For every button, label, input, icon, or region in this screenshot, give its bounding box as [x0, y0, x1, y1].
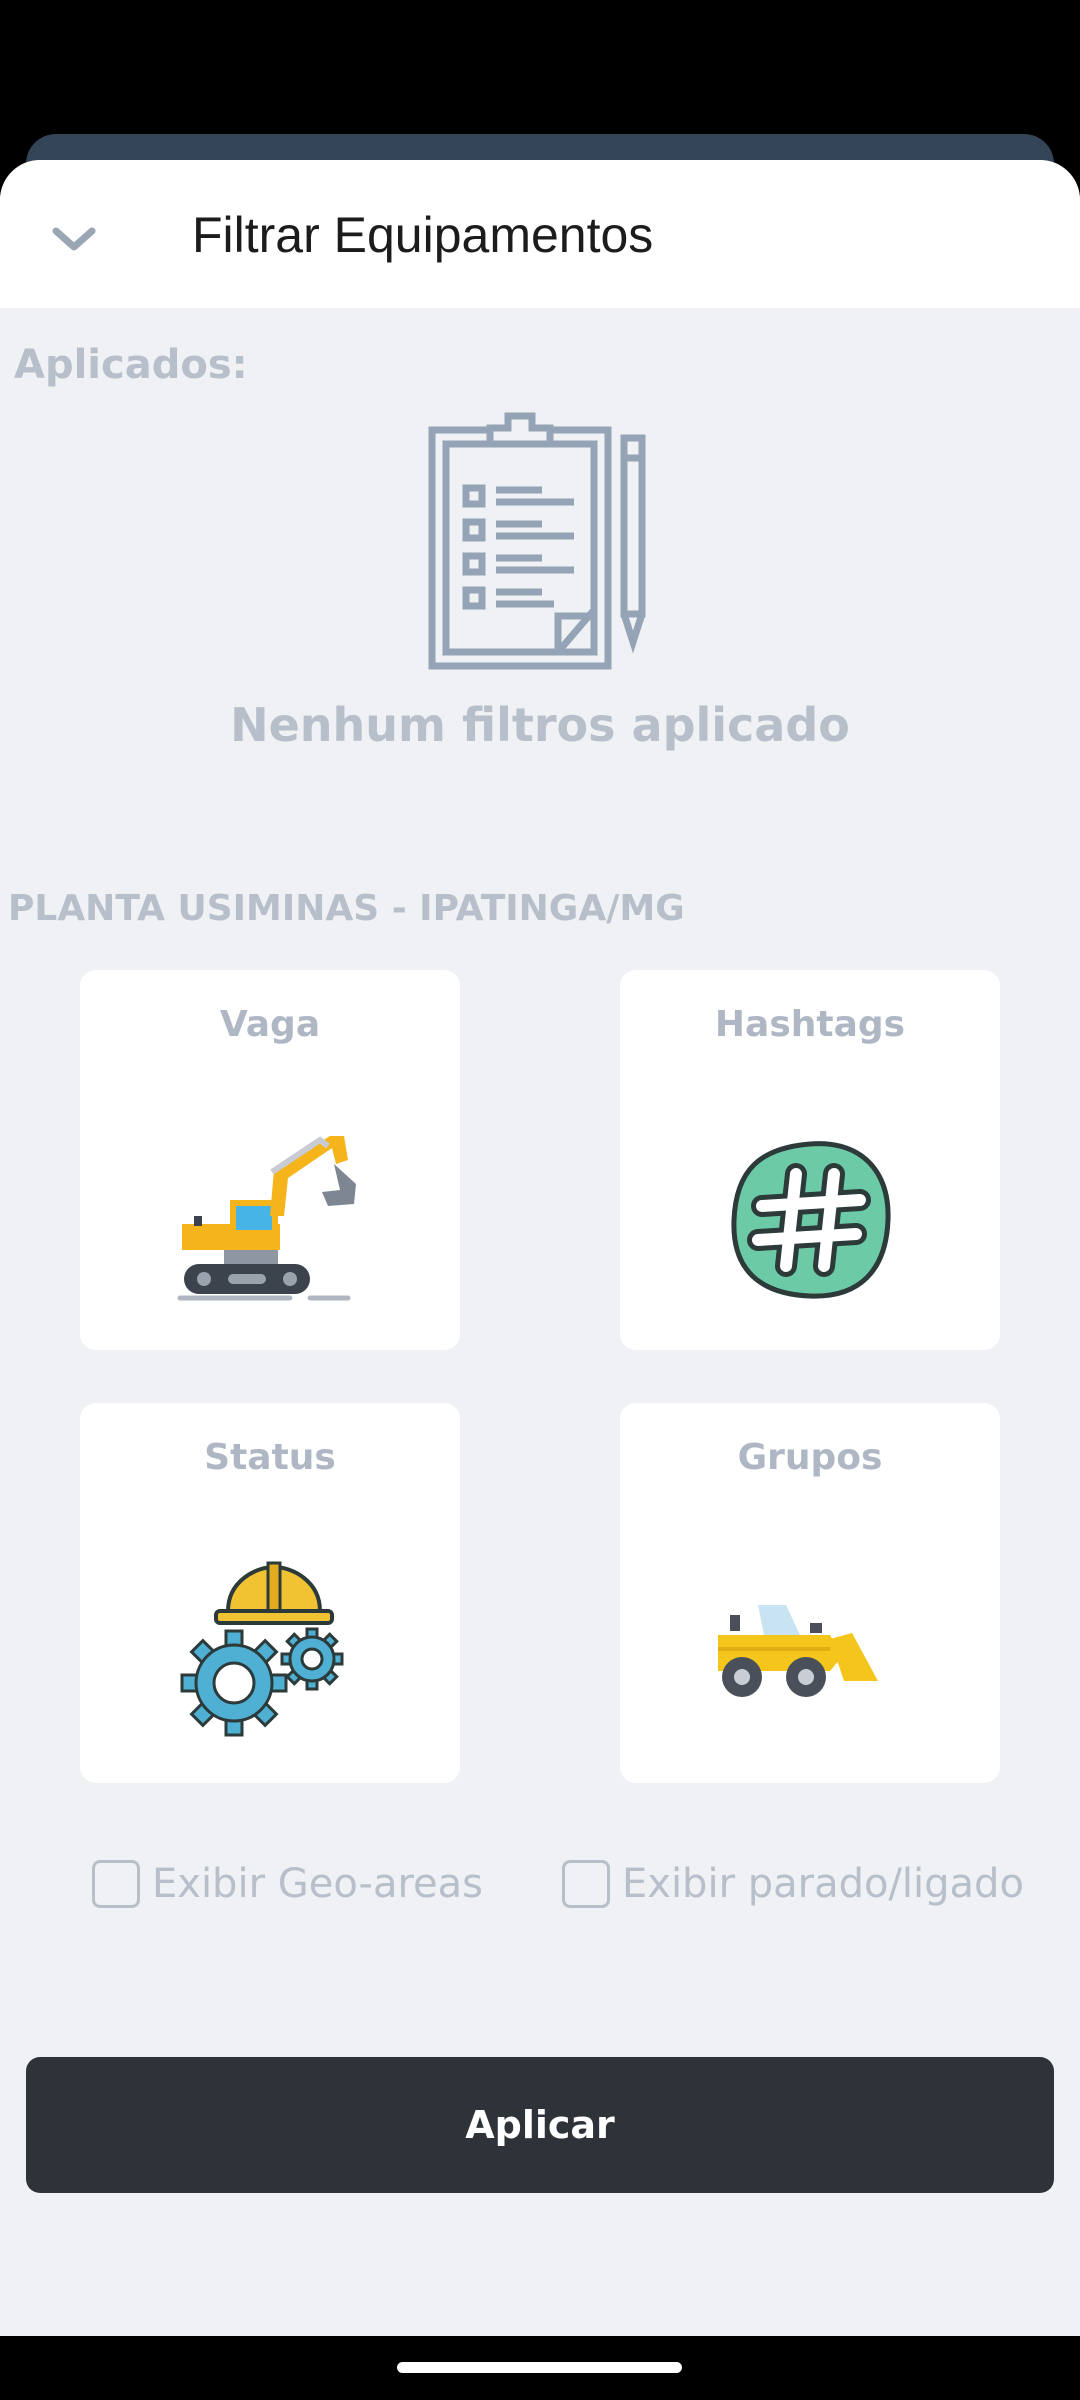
filter-card-vaga[interactable]: Vaga	[80, 970, 460, 1350]
filter-card-title: Vaga	[219, 1004, 321, 1045]
filter-card-title: Hashtags	[714, 1004, 906, 1045]
chevron-down-icon	[52, 227, 96, 251]
sheet-title: Filtrar Equipamentos	[192, 207, 654, 263]
filter-card-status[interactable]: Status	[80, 1403, 460, 1783]
geo-areas-label: Exibir Geo-areas	[152, 1861, 484, 1907]
plant-name: PLANTA USIMINAS - IPATINGA/MG	[8, 888, 685, 929]
excavator-icon	[177, 1136, 356, 1301]
sheet-header: Filtrar Equipamentos	[0, 160, 1080, 308]
parado-ligado-option[interactable]: Exibir parado/ligado	[562, 1860, 1024, 1908]
filter-card-title: Grupos	[737, 1437, 883, 1478]
filter-card-title: Status	[204, 1437, 336, 1478]
filter-card-hashtags[interactable]: Hashtags	[620, 970, 1000, 1350]
status-bar	[0, 0, 1080, 136]
apply-button-label: Aplicar	[465, 2103, 615, 2147]
filter-bottom-sheet: Filtrar Equipamentos Aplicados: Nenhum f…	[0, 160, 1080, 2336]
parado-ligado-checkbox[interactable]	[562, 1860, 610, 1908]
home-indicator[interactable]	[397, 2362, 682, 2373]
clipboard-checklist-icon	[428, 412, 646, 670]
applied-label: Aplicados:	[14, 342, 248, 388]
hashtag-icon	[731, 1141, 891, 1299]
collapse-button[interactable]	[44, 210, 104, 270]
geo-areas-option[interactable]: Exibir Geo-areas	[92, 1860, 483, 1908]
no-filters-text: Nenhum filtros aplicado	[230, 698, 850, 752]
parado-ligado-label: Exibir parado/ligado	[622, 1861, 1024, 1907]
geo-areas-checkbox[interactable]	[92, 1860, 140, 1908]
apply-button[interactable]: Aplicar	[26, 2057, 1054, 2193]
loader-vehicle-icon	[718, 1605, 878, 1697]
worker-gears-icon	[180, 1561, 344, 1737]
filter-card-grupos[interactable]: Grupos	[620, 1403, 1000, 1783]
